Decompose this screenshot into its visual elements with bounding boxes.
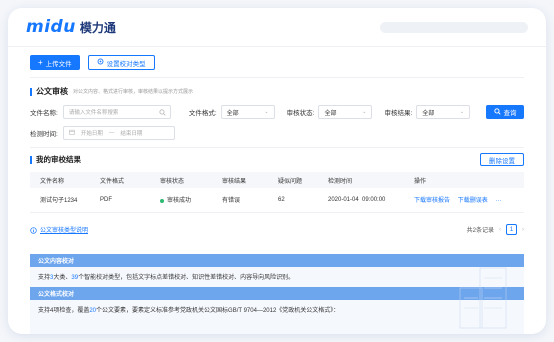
review-section-header: 公文审核 对公文内容、格式进行审核，审核结果以提示方式展示	[8, 86, 546, 97]
set-check-type-label: 设置校对类型	[106, 60, 146, 68]
app-header: midu 模力通	[8, 8, 546, 46]
cell-filename: 测试句子1234	[30, 188, 90, 213]
brand-name: 模力通	[79, 20, 116, 35]
date-range-picker[interactable]: 开始日期 — 结束日期	[62, 126, 175, 140]
filename-label: 文件名称:	[30, 110, 58, 117]
cell-status: 审核成功	[150, 188, 212, 213]
column-header: 文件名称	[30, 172, 90, 188]
status-text: 审核成功	[167, 198, 192, 205]
search-icon	[493, 107, 501, 117]
filter-row: 文件名称: 请输入文件名称搜索 文件格式: 全部 ⌄ 审核状态: 全部 ⌄ 审核…	[8, 105, 546, 119]
results-table: 文件名称 文件格式 审核状态 审核结果 疑似问题 检测时间 操作 测试句子123…	[30, 172, 524, 213]
format-select-value: 全部	[226, 110, 239, 117]
section-divider	[30, 77, 524, 78]
toolbar: + 上传文件 设置校对类型	[8, 47, 546, 70]
column-header: 文件格式	[90, 172, 150, 188]
text-segment: 支持4项检查，覆盖	[38, 308, 90, 314]
header-placeholder-bar	[380, 22, 528, 33]
building-illustration-icon	[459, 267, 507, 329]
cell-time: 2020-01-04 09:00:00	[318, 188, 404, 213]
section-accent-bar	[30, 87, 32, 96]
gear-icon	[97, 58, 104, 67]
column-header: 操作	[404, 172, 524, 188]
status-select-value: 全部	[324, 110, 337, 117]
cell-result: 有错误	[212, 188, 268, 213]
status-label: 审核状态:	[286, 110, 315, 117]
chevron-down-icon: ⌄	[460, 109, 465, 115]
review-hint: 对公文内容、格式进行审核，审核结果以提示方式展示	[73, 89, 194, 95]
prev-page-icon[interactable]: ‹	[499, 227, 501, 233]
review-title: 公文审核	[36, 87, 68, 96]
start-date-placeholder: 开始日期	[80, 131, 103, 137]
app-window: midu 模力通 + 上传文件 设置校对类型 公文审核 对公文内容、格式进行审核…	[8, 8, 546, 334]
status-select[interactable]: 全部 ⌄	[318, 105, 373, 119]
column-header: 检测时间	[318, 172, 404, 188]
next-page-icon[interactable]: ›	[522, 227, 524, 233]
status-dot-icon	[160, 198, 164, 203]
cell-issues: 62	[268, 188, 318, 213]
text-segment: 支持	[38, 275, 51, 281]
calendar-icon	[69, 129, 75, 137]
cell-actions: 下载审核报告 下载删误表 ···	[404, 188, 524, 213]
text-segment: 个智能校对类型，包括文字标点差错校对、知识性差错校对、内容导向风险识别。	[78, 275, 295, 281]
query-button-label: 查询	[503, 110, 517, 117]
page-number-button[interactable]: 1	[506, 224, 517, 235]
set-check-type-button[interactable]: 设置校对类型	[87, 55, 155, 70]
column-header: 审核结果	[212, 172, 268, 188]
delete-settings-button[interactable]: 删除设置	[480, 153, 524, 166]
plus-icon: +	[38, 57, 43, 67]
total-records: 共2条记录	[466, 228, 494, 234]
section-accent-bar	[30, 155, 32, 164]
download-report-link[interactable]: 下载审核报告	[414, 198, 450, 204]
info-icon	[30, 221, 37, 239]
table-header-row: 文件名称 文件格式 审核状态 审核结果 疑似问题 检测时间 操作	[30, 172, 524, 188]
filename-search-input[interactable]: 请输入文件名称搜索	[62, 105, 171, 119]
upload-button-label: 上传文件	[45, 60, 72, 68]
help-link-wrap[interactable]: 公文审核类型说明	[30, 221, 88, 239]
column-header: 疑似问题	[268, 172, 318, 188]
results-section-header: 我的审校结果 删除设置	[8, 153, 546, 166]
result-select[interactable]: 全部 ⌄	[416, 105, 471, 119]
end-date-placeholder: 结束日期	[120, 131, 143, 137]
help-link[interactable]: 公文审核类型说明	[40, 225, 88, 234]
results-title: 我的审校结果	[36, 155, 81, 164]
pagination: 共2条记录 ‹ 1 ›	[467, 224, 524, 235]
cell-format: PDF	[90, 188, 150, 213]
upload-button[interactable]: + 上传文件	[30, 55, 80, 70]
table-row: 测试句子1234 PDF 审核成功 有错误 62 2020-01-04 09:0…	[30, 188, 524, 213]
format-select[interactable]: 全部 ⌄	[220, 105, 275, 119]
range-separator: —	[108, 130, 115, 136]
filename-placeholder: 请输入文件名称搜索	[68, 110, 119, 116]
table-footer: 公文审核类型说明 共2条记录 ‹ 1 ›	[8, 213, 546, 239]
chevron-down-icon: ⌄	[264, 109, 269, 115]
chevron-down-icon: ⌄	[362, 109, 367, 115]
column-header: 审核状态	[150, 172, 212, 188]
search-icon	[159, 109, 166, 118]
result-select-value: 全部	[422, 110, 435, 117]
time-filter-row: 检测时间: 开始日期 — 结束日期	[8, 126, 546, 140]
time-label: 检测时间:	[30, 131, 58, 138]
download-errata-link[interactable]: 下载删误表	[458, 198, 488, 204]
more-actions-icon[interactable]: ···	[495, 198, 501, 204]
section-divider	[30, 147, 524, 148]
result-label: 审核结果:	[384, 110, 413, 117]
query-button[interactable]: 查询	[486, 105, 524, 119]
format-label: 文件格式:	[188, 110, 217, 117]
brand-logo[interactable]: midu	[26, 17, 76, 37]
text-segment: 个公文要素，要素定义标准参考党政机关公文国标GB/T 9704—2012《党政机…	[96, 308, 340, 314]
delete-settings-label: 删除设置	[489, 157, 515, 165]
text-segment: 大类、	[53, 275, 72, 281]
